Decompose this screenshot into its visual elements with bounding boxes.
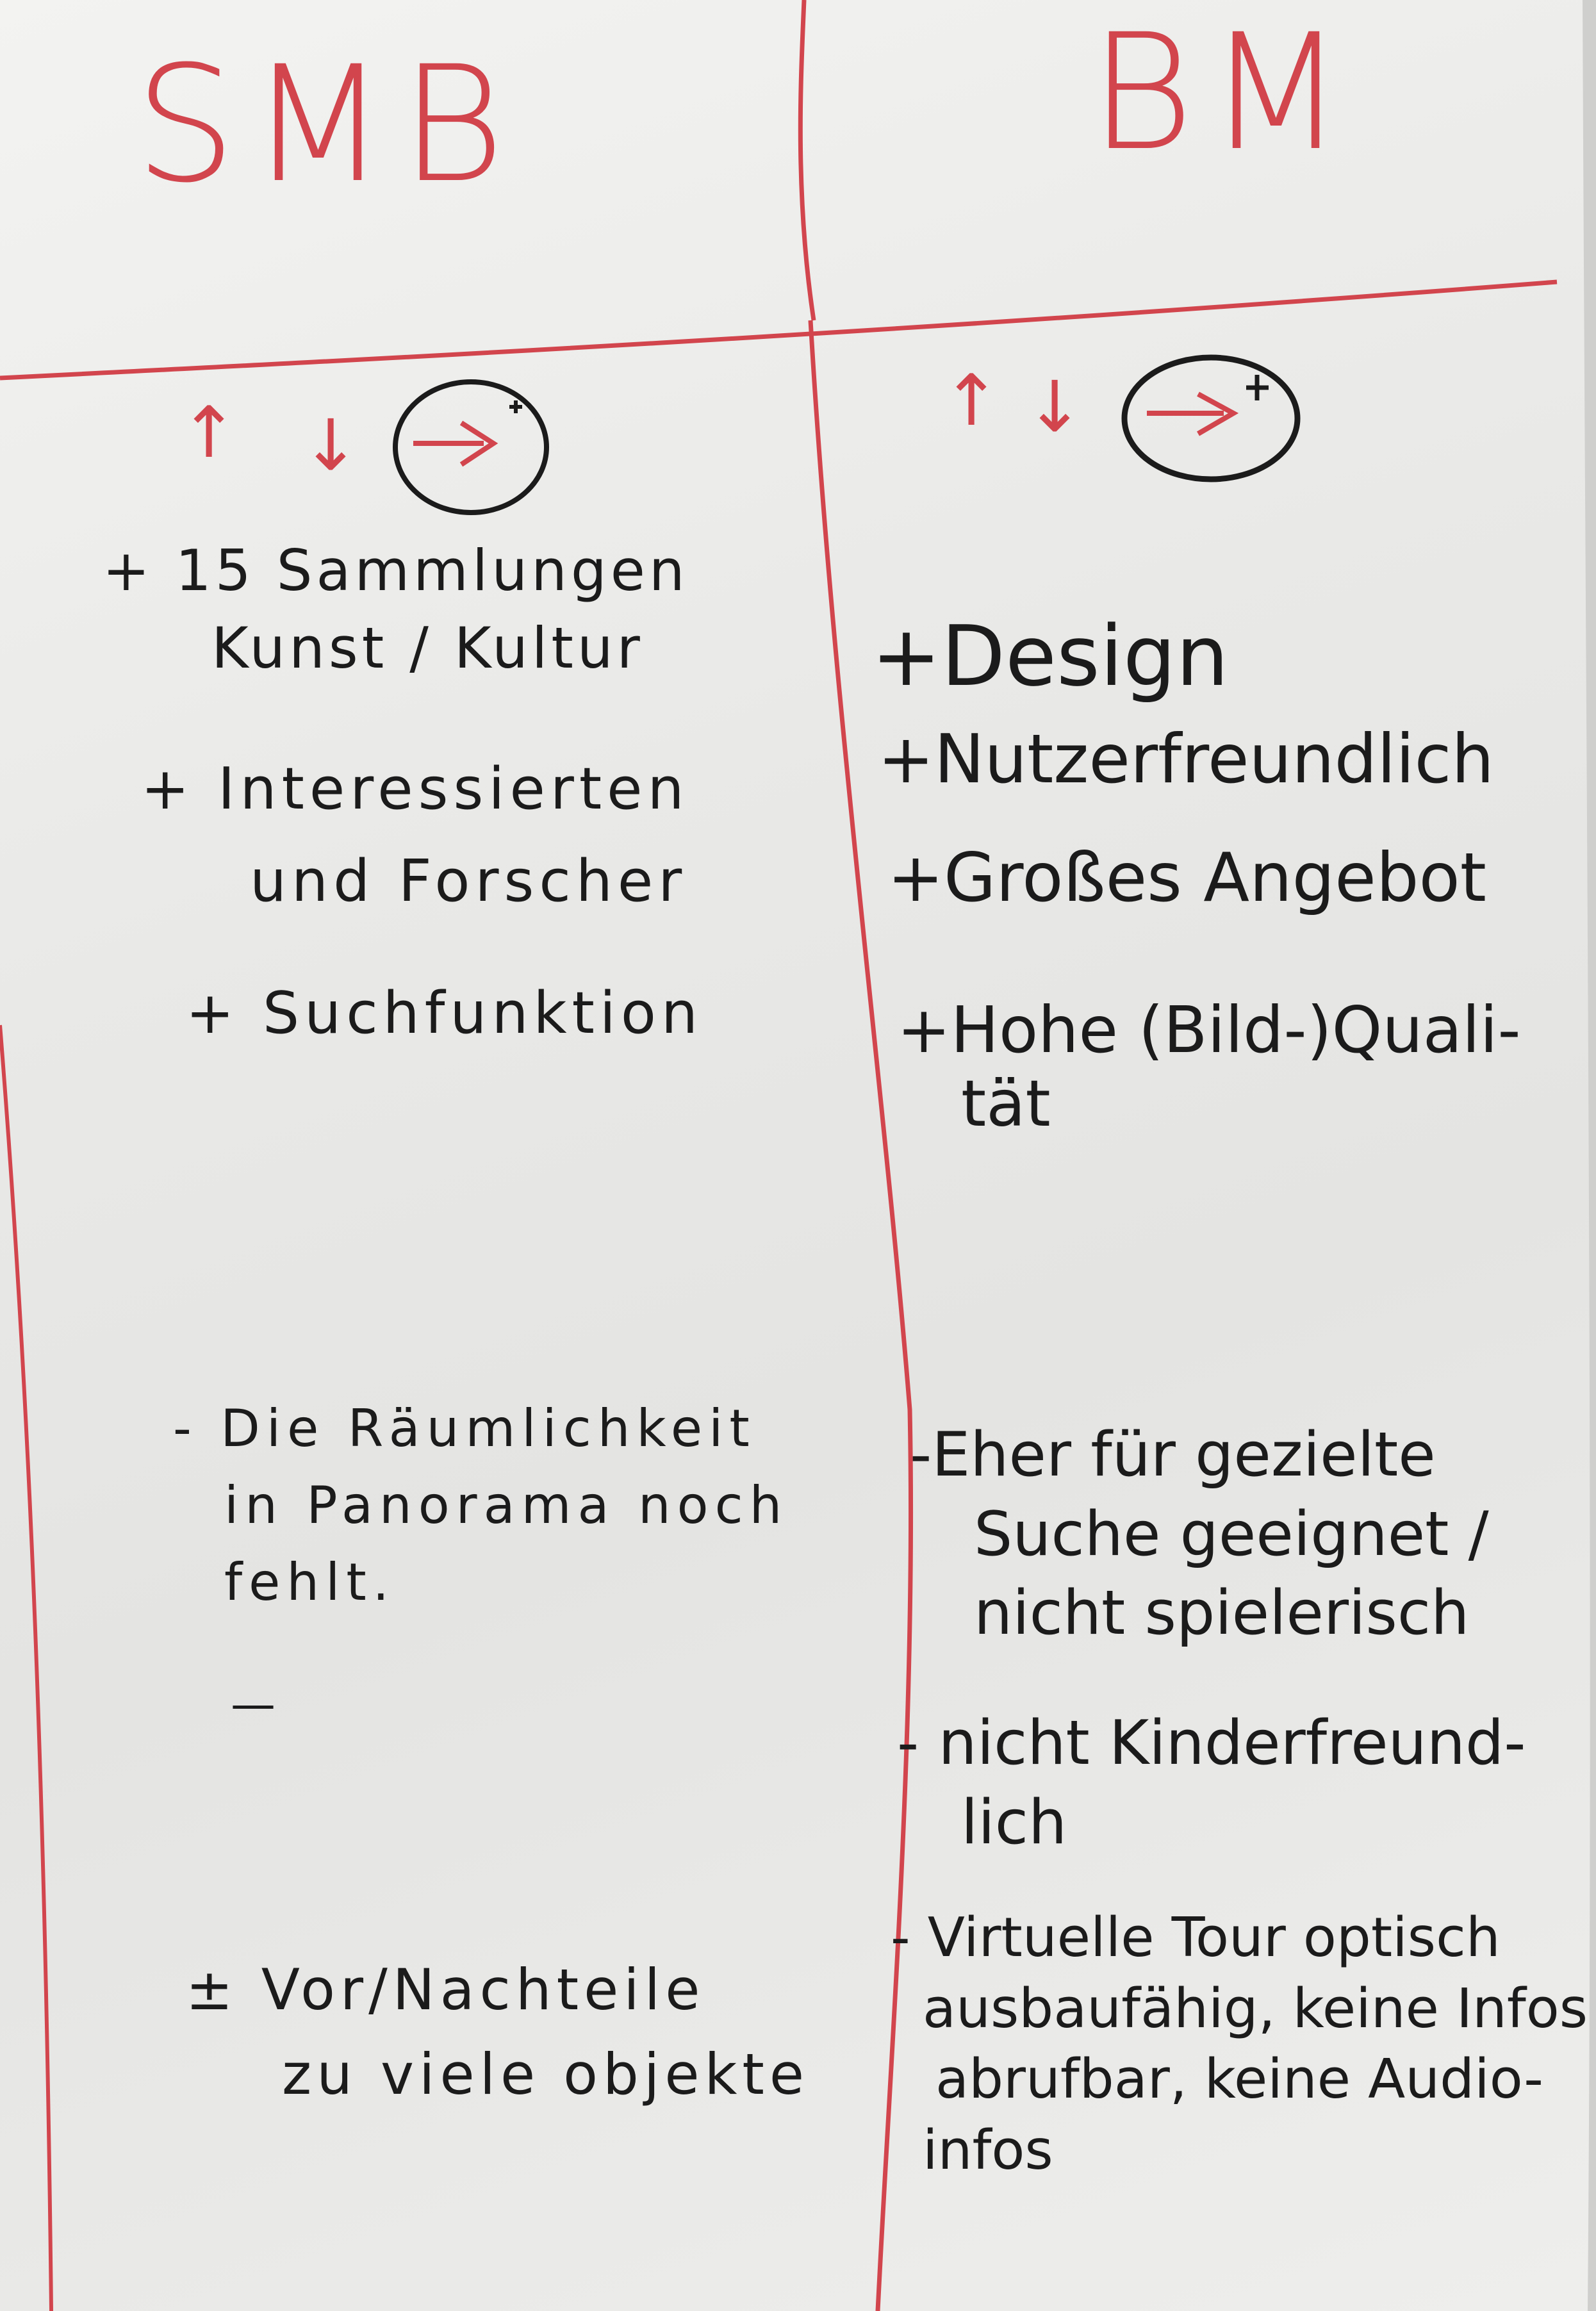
up-arrow-icon: ↑ — [179, 391, 239, 473]
right-pro-item-2: +Nutzerfreundlich — [878, 720, 1494, 798]
down-arrow-icon: ↓ — [1025, 366, 1085, 448]
left-pm-item-1: ± Vor/Nachteile zu viele objekte — [186, 1948, 809, 2117]
right-pro-item-1: +Design — [871, 607, 1229, 705]
right-con-3-line3: abrufbar, keine Audio- — [935, 2048, 1543, 2111]
left-pro-3-line1: + Suchfunktion — [186, 980, 703, 1047]
left-pro-1-line1: + 15 Sammlungen — [103, 538, 689, 604]
left-pro-2-line1: + Interessierten — [141, 755, 689, 823]
right-con-3-line1: - Virtuelle Tour optisch — [891, 1906, 1501, 1970]
right-con-item-3: - Virtuelle Tour optisch ausbaufähig, ke… — [891, 1903, 1588, 2186]
up-arrow-icon: ↑ — [942, 359, 1001, 441]
whiteboard: SMB BM ↑ ↓ ↑ ↓ + 15 Sammlungen Kunst / K… — [0, 0, 1596, 2311]
right-con-item-1: -Eher für gezielte Suche geeignet / nich… — [910, 1416, 1489, 1654]
horizontal-divider-line — [0, 279, 1558, 381]
right-con-1-line1: -Eher für gezielte — [910, 1420, 1436, 1490]
right-con-2-line2: lich — [961, 1787, 1067, 1858]
left-con-item-1: - Die Räumlichkeit in Panorama noch fehl… — [173, 1390, 788, 1621]
left-pro-item-1: + 15 Sammlungen Kunst / Kultur — [103, 538, 689, 682]
neutral-arrow-circle-icon — [393, 379, 549, 515]
right-pro-4-line1: +Hohe (Bild-)Quali- — [897, 992, 1521, 1067]
left-pro-1-line2: Kunst / Kultur — [211, 615, 644, 682]
right-con-1-line3: nicht spielerisch — [974, 1578, 1470, 1649]
right-con-1-line2: Suche geeignet / — [974, 1499, 1489, 1570]
right-pro-item-4: +Hohe (Bild-)Quali- tät — [897, 993, 1521, 1140]
left-margin-line — [0, 1024, 53, 2311]
left-con-1-line1: - Die Räumlichkeit — [173, 1399, 756, 1458]
right-pro-item-3: +Großes Angebot — [887, 839, 1486, 917]
right-pro-4-line2: tät — [961, 1066, 1051, 1141]
neutral-arrow-circle-icon — [1121, 354, 1301, 482]
right-con-3-line4: infos — [923, 2118, 1053, 2182]
left-con-1-line2: in Panorama noch — [224, 1476, 789, 1535]
right-con-3-line2: ausbaufähig, keine Infos — [923, 1977, 1588, 2041]
right-con-2-line1: - nicht Kinderfreund- — [897, 1708, 1526, 1779]
left-dash: — — [231, 1678, 276, 1731]
right-column-title: BM — [1089, 0, 1358, 186]
down-arrow-icon: ↓ — [301, 404, 361, 486]
header-divider-line — [798, 0, 816, 321]
left-pm-1-line1: ± Vor/Nachteile — [186, 1957, 705, 2023]
left-pro-item-2: + Interessierten und Forscher — [141, 756, 689, 914]
left-pro-2-line2: und Forscher — [250, 847, 687, 915]
left-column-title: SMB — [135, 31, 518, 218]
left-pro-item-3: + Suchfunktion — [186, 980, 703, 1047]
right-con-item-2: - nicht Kinderfreund- lich — [897, 1704, 1526, 1863]
left-con-1-line3: fehlt. — [224, 1552, 396, 1612]
left-pm-1-line2: zu viele objekte — [282, 2041, 810, 2107]
